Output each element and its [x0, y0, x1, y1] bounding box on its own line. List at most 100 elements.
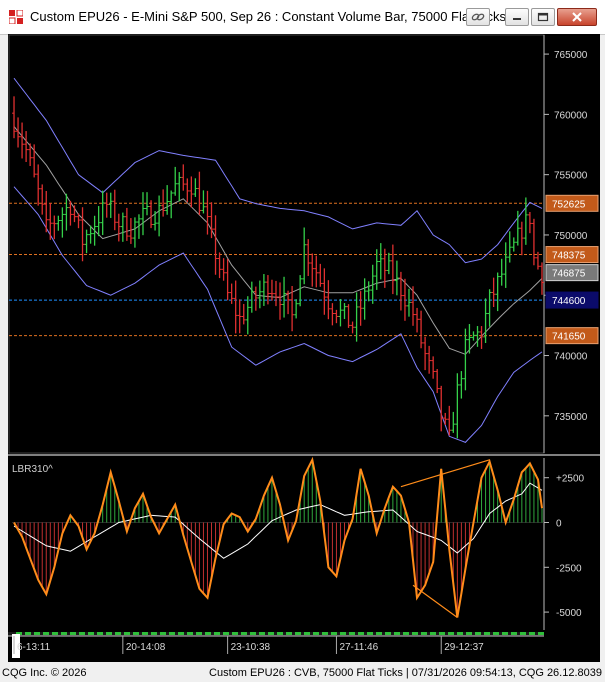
close-button[interactable]: [557, 8, 597, 26]
time-strip-segment: [52, 632, 58, 635]
lower-band: [13, 186, 543, 443]
time-strip-segment: [106, 632, 112, 635]
time-strip-segment: [178, 632, 184, 635]
link-button[interactable]: [466, 8, 490, 26]
title-bar: Custom EPU26 - E-Mini S&P 500, Sep 26 : …: [0, 0, 605, 35]
price-tag-label: 748375: [552, 251, 586, 262]
time-strip-segment: [232, 632, 238, 635]
price-bars: [12, 96, 544, 439]
time-strip-segment: [43, 632, 49, 635]
price-grid: [8, 34, 545, 454]
divergence-line: [400, 459, 490, 488]
time-strip-segment: [466, 632, 472, 635]
time-strip-segment: [520, 632, 526, 635]
time-strip-segment: [187, 632, 193, 635]
cqg-app-icon[interactable]: [9, 10, 23, 24]
time-strip-segment: [511, 632, 517, 635]
time-strip-segment: [241, 632, 247, 635]
time-strip-segment: [412, 632, 418, 635]
time-strip-segment: [457, 632, 463, 635]
oscillator-tick-label: 0: [556, 519, 562, 530]
time-strip-segment: [322, 632, 328, 635]
oscillator-tick-label: -5000: [556, 608, 582, 619]
time-tick-label: 29-12:37: [444, 642, 484, 653]
time-strip-segment: [250, 632, 256, 635]
time-strip-segment: [61, 632, 67, 635]
time-strip-segment: [340, 632, 346, 635]
close-icon: [572, 12, 582, 22]
time-strip-segment: [538, 632, 544, 635]
time-strip-segment: [196, 632, 202, 635]
time-strip-segment: [376, 632, 382, 635]
time-strip-segment: [268, 632, 274, 635]
oscillator-axis: +2500 0 -2500 -5000: [544, 474, 585, 619]
time-strip-segment: [529, 632, 535, 635]
oscillator-histogram: [17, 459, 543, 618]
price-level-lines: [9, 202, 544, 337]
time-strip-segment: [448, 632, 454, 635]
time-strip-segment: [151, 632, 157, 635]
time-strip-segment: [25, 632, 31, 635]
oscillator-title: LBR310^: [12, 464, 53, 475]
oscillator-lines: [13, 456, 543, 618]
time-strip-segment: [394, 632, 400, 635]
time-strip-segment: [277, 632, 283, 635]
time-strip-segment: [223, 632, 229, 635]
time-strip-segment: [421, 632, 427, 635]
oscillator-tick-label: -2500: [556, 563, 582, 574]
time-strip-segment: [385, 632, 391, 635]
price-tag-label: 746875: [552, 269, 586, 280]
time-tick-label: 6-13:11: [17, 642, 51, 653]
chart-area[interactable]: 7350007400007450007500007550007600007650…: [8, 34, 600, 662]
time-strip-segment: [484, 632, 490, 635]
time-strip-segment: [439, 632, 445, 635]
time-strip-segment: [205, 632, 211, 635]
price-tick-label: 765000: [554, 50, 588, 61]
price-pane-border: [8, 34, 545, 454]
time-strip-segment: [367, 632, 373, 635]
status-info: Custom EPU26 : CVB, 75000 Flat Ticks | 0…: [209, 667, 602, 679]
price-tick-label: 735000: [554, 412, 588, 423]
time-axis: 6-13:11 20-14:08 23-10:38 27-11:46 29-12:37: [8, 632, 544, 658]
divergence-line: [412, 584, 458, 618]
time-tick-label: 20-14:08: [126, 642, 166, 653]
time-strip-segment: [295, 632, 301, 635]
price-tick-label: 750000: [554, 231, 588, 242]
time-strip-segment: [70, 632, 76, 635]
price-tick-label: 755000: [554, 171, 588, 182]
bollinger-bands: [13, 77, 543, 443]
time-strip-segment: [331, 632, 337, 635]
window-title: Custom EPU26 - E-Mini S&P 500, Sep 26 : …: [30, 9, 506, 24]
time-strip-segment: [142, 632, 148, 635]
middle-band: [13, 126, 543, 355]
time-strip-segment: [358, 632, 364, 635]
minimize-icon: [513, 18, 521, 20]
status-copyright: CQG Inc. © 2026: [2, 667, 87, 679]
time-strip-segment: [304, 632, 310, 635]
price-tag-label: 752625: [552, 199, 586, 210]
time-strip-segment: [214, 632, 220, 635]
time-strip-segment: [259, 632, 265, 635]
maximize-button[interactable]: [531, 8, 555, 26]
status-bar: CQG Inc. © 2026 Custom EPU26 : CVB, 7500…: [0, 664, 605, 682]
upper-band: [13, 77, 543, 264]
time-strip-segment: [124, 632, 130, 635]
time-strip-segment: [160, 632, 166, 635]
chart-svg[interactable]: 7350007400007450007500007550007600007650…: [8, 34, 600, 662]
time-strip-segment: [133, 632, 139, 635]
time-strip-segment: [115, 632, 121, 635]
time-tick-label: 23-10:38: [231, 642, 271, 653]
price-tick-label: 740000: [554, 352, 588, 363]
time-strip-segment: [502, 632, 508, 635]
price-tag-label: 741650: [552, 332, 586, 343]
time-strip-segment: [493, 632, 499, 635]
time-strip-segment: [88, 632, 94, 635]
time-strip-segment: [169, 632, 175, 635]
price-tag-label: 744600: [552, 296, 586, 307]
time-strip-segment: [403, 632, 409, 635]
time-strip-segment: [430, 632, 436, 635]
time-strip-segment: [34, 632, 40, 635]
minimize-button[interactable]: [505, 8, 529, 26]
time-strip-segment: [475, 632, 481, 635]
time-tick-label: 27-11:46: [339, 642, 378, 653]
